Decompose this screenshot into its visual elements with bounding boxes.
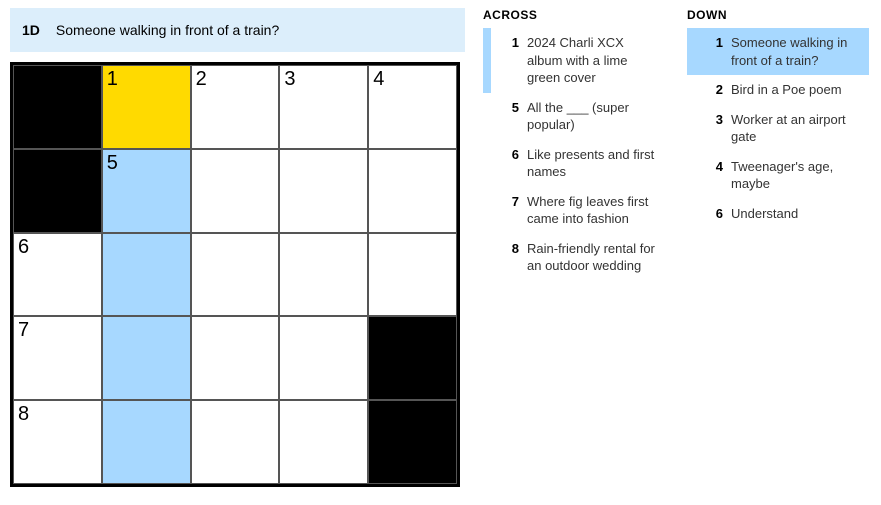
- grid-cell: [368, 400, 457, 484]
- across-title: ACROSS: [483, 8, 667, 22]
- cell-number: 2: [196, 68, 207, 91]
- grid-cell[interactable]: [191, 149, 280, 233]
- clue-item[interactable]: 6 Understand: [687, 199, 869, 229]
- clue-text: Worker at an airport gate: [731, 111, 863, 146]
- clue-item[interactable]: 7Where fig leaves first came into fashio…: [483, 187, 665, 234]
- cell-number: 7: [18, 319, 29, 342]
- grid-cell[interactable]: [279, 233, 368, 317]
- grid-cell[interactable]: [191, 233, 280, 317]
- clue-text: Rain-friendly rental for an outdoor wedd…: [527, 240, 659, 275]
- cell-number: 1: [107, 68, 118, 91]
- grid-cell[interactable]: 6: [13, 233, 102, 317]
- grid-cell[interactable]: [279, 400, 368, 484]
- current-clue-text: Someone walking in front of a train?: [56, 22, 279, 38]
- clue-number: 7: [501, 193, 519, 228]
- grid-cell[interactable]: [368, 233, 457, 317]
- clue-text: Tweenager's age, maybe: [731, 158, 863, 193]
- current-clue-label: 1D: [22, 22, 40, 38]
- down-column: DOWN 1Someone walking in front of a trai…: [687, 8, 871, 487]
- grid-cell[interactable]: [102, 233, 191, 317]
- grid-cell[interactable]: 3: [279, 65, 368, 149]
- grid-cell[interactable]: [368, 149, 457, 233]
- grid-cell[interactable]: [279, 149, 368, 233]
- clue-number: 1: [705, 34, 723, 69]
- grid-cell[interactable]: [279, 316, 368, 400]
- grid-cell[interactable]: 7: [13, 316, 102, 400]
- grid-cell[interactable]: 1: [102, 65, 191, 149]
- grid-cell[interactable]: 8: [13, 400, 102, 484]
- down-list[interactable]: 1Someone walking in front of a train? 2 Bi…: [687, 28, 871, 483]
- clue-item[interactable]: 3Worker at an airport gate: [687, 105, 869, 152]
- clue-text: Bird in a Poe poem: [731, 81, 842, 99]
- cell-number: 5: [107, 152, 118, 175]
- current-clue-bar: 1D Someone walking in front of a train?: [10, 8, 465, 52]
- clue-item[interactable]: 6Like presents and first names: [483, 140, 665, 187]
- clue-number: 8: [501, 240, 519, 275]
- clue-item[interactable]: 5All the ___ (super popular): [483, 93, 665, 140]
- clue-item[interactable]: 2 Bird in a Poe poem: [687, 75, 869, 105]
- cell-number: 6: [18, 236, 29, 259]
- grid-cell: [368, 316, 457, 400]
- grid-cell[interactable]: [102, 316, 191, 400]
- clue-item[interactable]: 8Rain-friendly rental for an outdoor wed…: [483, 234, 665, 281]
- clue-item[interactable]: 4Tweenager's age, maybe: [687, 152, 869, 199]
- across-list[interactable]: 12024 Charli XCX album with a lime green…: [483, 28, 667, 483]
- clue-number: 4: [705, 158, 723, 193]
- clue-number: 1: [501, 34, 519, 87]
- clue-text: Where fig leaves first came into fashion: [527, 193, 659, 228]
- cell-number: 3: [284, 68, 295, 91]
- clue-number: 5: [501, 99, 519, 134]
- grid-cell: [13, 149, 102, 233]
- cell-number: 4: [373, 68, 384, 91]
- clue-number: 3: [705, 111, 723, 146]
- crossword-grid[interactable]: 1 2 3 4 5 6 7 8: [10, 62, 460, 487]
- grid-cell[interactable]: 2: [191, 65, 280, 149]
- grid-cell[interactable]: [191, 400, 280, 484]
- grid-cell[interactable]: 4: [368, 65, 457, 149]
- down-title: DOWN: [687, 8, 871, 22]
- across-column: ACROSS 12024 Charli XCX album with a lim…: [483, 8, 667, 487]
- clue-item[interactable]: 1Someone walking in front of a train?: [687, 28, 869, 75]
- clue-number: 2: [705, 81, 723, 99]
- grid-cell[interactable]: [191, 316, 280, 400]
- clue-text: Like presents and first names: [527, 146, 659, 181]
- clue-text: Understand: [731, 205, 798, 223]
- clue-text: All the ___ (super popular): [527, 99, 659, 134]
- clue-text: 2024 Charli XCX album with a lime green …: [527, 34, 659, 87]
- clue-number: 6: [501, 146, 519, 181]
- cell-number: 8: [18, 403, 29, 426]
- clue-number: 6: [705, 205, 723, 223]
- clue-text: Someone walking in front of a train?: [731, 34, 863, 69]
- grid-cell[interactable]: [102, 400, 191, 484]
- grid-cell[interactable]: 5: [102, 149, 191, 233]
- grid-cell: [13, 65, 102, 149]
- clue-item[interactable]: 12024 Charli XCX album with a lime green…: [483, 28, 665, 93]
